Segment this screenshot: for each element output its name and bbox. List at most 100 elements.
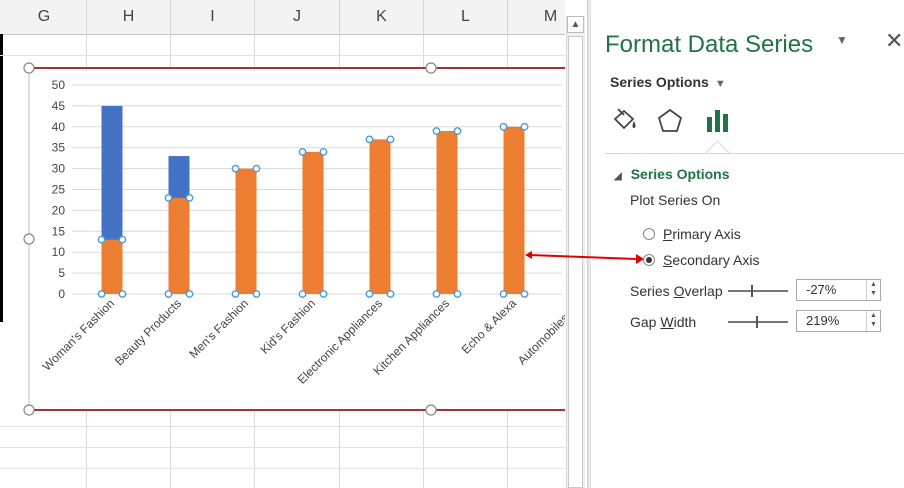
y-tick-label: 45 — [52, 99, 66, 113]
selection-handle[interactable] — [298, 147, 307, 156]
section-title: Series Options — [630, 166, 730, 182]
selection-handle[interactable] — [386, 135, 395, 144]
selection-handle[interactable] — [97, 235, 106, 244]
close-icon[interactable]: ✕ — [885, 28, 903, 54]
column-header-m[interactable]: M — [508, 0, 565, 34]
pane-title: Format Data Series — [605, 31, 814, 58]
selection-handle[interactable] — [185, 290, 194, 298]
selection-handle[interactable] — [231, 290, 240, 298]
y-tick-label: 50 — [52, 78, 66, 92]
plot-series-on-label: Plot Series On — [630, 192, 721, 208]
chart-resize-handle[interactable] — [23, 233, 35, 245]
series-overlap-label: Series Overlap — [630, 283, 723, 299]
selection-handle[interactable] — [231, 164, 240, 173]
bar-secondary[interactable] — [101, 239, 123, 294]
selection-handle[interactable] — [252, 290, 261, 298]
y-tick-label: 35 — [52, 141, 66, 155]
spin-down-icon[interactable]: ▼ — [870, 290, 877, 298]
chart-resize-handle[interactable] — [23, 404, 35, 416]
column-header-l[interactable]: L — [424, 0, 508, 34]
secondary-axis-radio[interactable] — [643, 254, 655, 266]
spin-up-icon[interactable]: ▲ — [870, 281, 877, 289]
selection-handle[interactable] — [118, 235, 127, 244]
selection-handle[interactable] — [520, 290, 529, 298]
worksheet-area[interactable]: G H I J K L M 50 45 40 35 30 25 20 15 10 5 0 Woman… — [0, 0, 565, 488]
primary-axis-option[interactable]: Primary Axis — [643, 226, 741, 242]
scrollbar-thumb[interactable] — [568, 36, 583, 488]
selection-handle[interactable] — [164, 193, 173, 202]
chevron-down-icon: ▼ — [714, 78, 726, 90]
selection-handle[interactable] — [298, 290, 307, 298]
bar-chart-options-icon[interactable] — [703, 106, 733, 136]
series-overlap-value[interactable]: -27% — [806, 282, 836, 297]
chart-resize-handle[interactable] — [425, 62, 437, 74]
selection-handle[interactable] — [164, 290, 173, 298]
primary-axis-radio[interactable] — [643, 228, 655, 240]
spin-up-icon[interactable]: ▲ — [870, 312, 877, 320]
triangle-down-icon[interactable]: ▼ — [836, 33, 848, 47]
y-tick-label: 5 — [58, 266, 65, 280]
tab-divider — [605, 153, 904, 154]
selection-handle[interactable] — [520, 122, 529, 131]
selection-handle[interactable] — [319, 290, 328, 298]
y-tick-label: 15 — [52, 224, 66, 238]
gap-width-slider[interactable] — [728, 321, 788, 323]
vertical-scrollbar[interactable]: ▲ — [566, 16, 585, 488]
series-overlap-slider[interactable] — [728, 290, 788, 292]
spinner-buttons: ▲ ▼ — [866, 311, 880, 331]
gap-width-spinner[interactable]: 219% ▲ ▼ — [796, 310, 881, 332]
spin-down-icon[interactable]: ▼ — [870, 321, 877, 329]
gap-width-value[interactable]: 219% — [806, 313, 839, 328]
column-header-h[interactable]: H — [87, 0, 171, 34]
selection-handle[interactable] — [499, 290, 508, 298]
column-header-i[interactable]: I — [171, 0, 255, 34]
collapse-triangle-icon: ◢ — [614, 171, 622, 182]
secondary-axis-option[interactable]: Secondary Axis — [643, 252, 760, 268]
selection-handle[interactable] — [386, 290, 395, 298]
selection-handle[interactable] — [185, 193, 194, 202]
chart-resize-handle[interactable] — [425, 404, 437, 416]
selection-handle[interactable] — [432, 290, 441, 298]
bar-secondary[interactable] — [235, 168, 257, 294]
y-tick-label: 25 — [52, 183, 66, 197]
bar-secondary[interactable] — [168, 197, 190, 294]
gap-width-slider-thumb[interactable] — [756, 316, 758, 328]
column-header-j[interactable]: J — [255, 0, 340, 34]
series-options-dropdown[interactable]: Series Options ▼ — [610, 74, 726, 90]
bar-secondary[interactable] — [302, 151, 324, 294]
series-options-section-header[interactable]: ◢ Series Options — [614, 166, 730, 182]
y-tick-label: 0 — [58, 287, 65, 301]
selection-handle[interactable] — [453, 290, 462, 298]
scroll-up-arrow-icon[interactable]: ▲ — [567, 16, 584, 33]
format-data-series-pane: Format Data Series ▼ ✕ Series Options ▼ ◢… — [591, 0, 904, 488]
selection-handle[interactable] — [97, 290, 106, 298]
y-tick-label: 30 — [52, 162, 66, 176]
gap-width-label: Gap Width — [630, 314, 697, 330]
series-overlap-slider-thumb[interactable] — [751, 285, 753, 297]
selection-handle[interactable] — [432, 127, 441, 135]
selection-handle[interactable] — [453, 127, 462, 135]
grid-line — [0, 468, 565, 469]
spinner-buttons: ▲ ▼ — [866, 280, 880, 300]
column-header-row: G H I J K L M — [0, 0, 565, 35]
bar-secondary[interactable] — [369, 139, 391, 294]
pentagon-effects-icon[interactable] — [655, 106, 685, 136]
y-tick-label: 20 — [52, 203, 66, 217]
chart[interactable]: 50454035302520151050 Woman's FashionBeau… — [0, 34, 565, 434]
selection-handle[interactable] — [365, 135, 374, 144]
selection-handle[interactable] — [252, 164, 261, 173]
selection-handle[interactable] — [319, 147, 328, 156]
selection-handle[interactable] — [365, 290, 374, 298]
y-tick-label: 10 — [52, 245, 66, 259]
column-header-g[interactable]: G — [2, 0, 87, 34]
bar-secondary[interactable] — [503, 126, 525, 294]
grid-line — [0, 447, 565, 448]
selection-handle[interactable] — [499, 122, 508, 131]
column-header-k[interactable]: K — [340, 0, 424, 34]
fill-bucket-icon[interactable] — [609, 106, 639, 136]
selection-handle[interactable] — [118, 290, 127, 298]
series-overlap-spinner[interactable]: -27% ▲ ▼ — [796, 279, 881, 301]
chart-resize-handle[interactable] — [23, 62, 35, 74]
bar-secondary[interactable] — [436, 130, 458, 294]
secondary-axis-label: Secondary Axis — [663, 252, 760, 268]
